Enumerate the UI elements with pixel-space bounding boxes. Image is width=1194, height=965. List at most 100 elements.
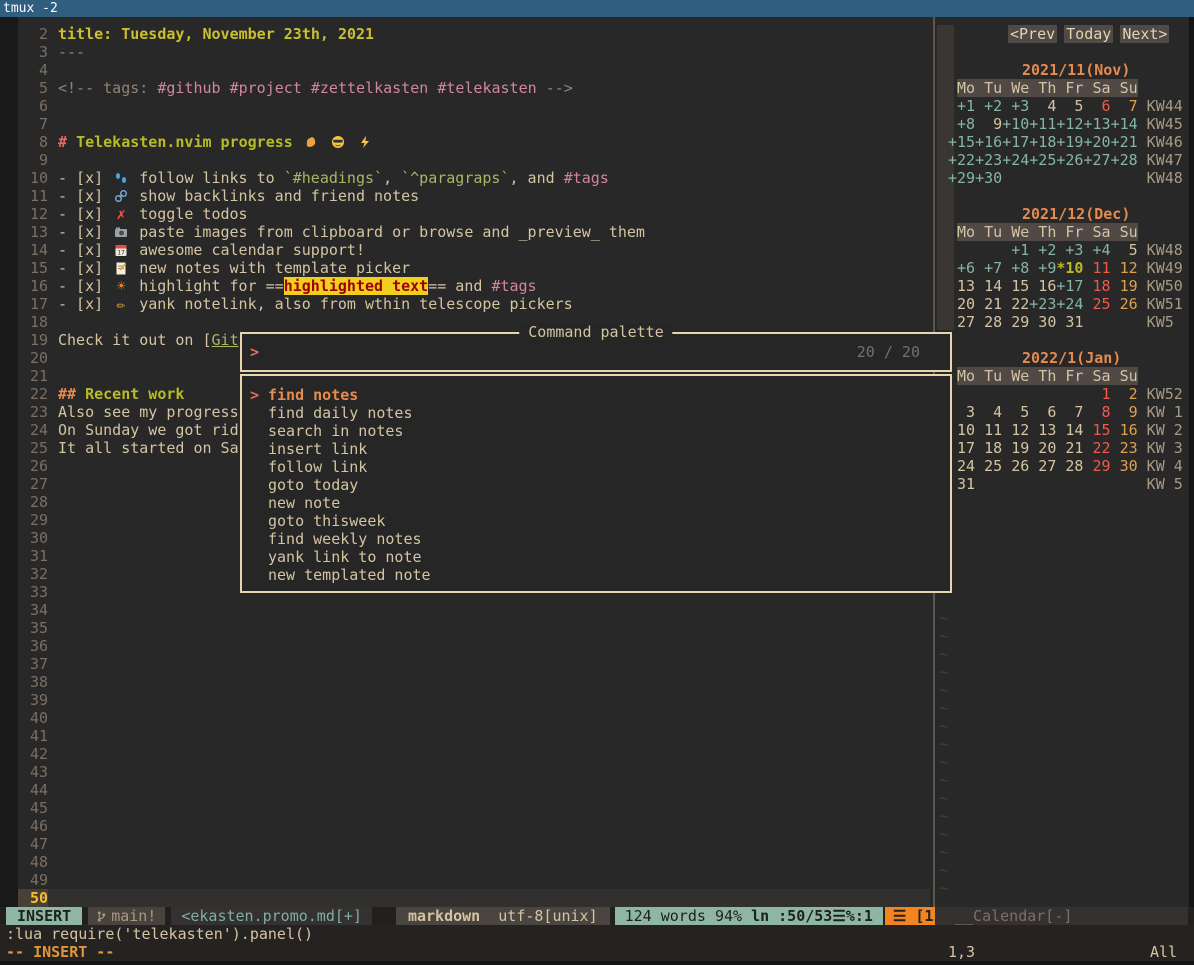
- editor-line[interactable]: 10- [x] follow links to `#headings`, `^p…: [18, 169, 930, 187]
- calendar-day[interactable]: +2: [975, 97, 1002, 115]
- calendar-day[interactable]: +19: [1056, 133, 1083, 151]
- calendar-day[interactable]: 13: [1029, 421, 1056, 439]
- editor-line[interactable]: 49: [18, 871, 930, 889]
- calendar-day[interactable]: 9: [1111, 403, 1138, 421]
- calendar-day[interactable]: 9: [975, 115, 1002, 133]
- calendar-day[interactable]: 2: [1111, 385, 1138, 403]
- editor-line[interactable]: 45: [18, 799, 930, 817]
- palette-item[interactable]: yank link to note: [250, 548, 950, 566]
- calendar-day[interactable]: 27: [948, 313, 975, 331]
- calendar-day[interactable]: 12: [1111, 259, 1138, 277]
- editor-line[interactable]: 39: [18, 691, 930, 709]
- calendar-day[interactable]: 10: [948, 421, 975, 439]
- editor-line[interactable]: 38: [18, 673, 930, 691]
- calendar-day[interactable]: +27: [1083, 151, 1110, 169]
- calendar-day[interactable]: +30: [975, 169, 1002, 187]
- calendar-day[interactable]: +16: [975, 133, 1002, 151]
- palette-item[interactable]: follow link: [250, 458, 950, 476]
- calendar-today-button[interactable]: Today: [1064, 25, 1113, 43]
- editor-line[interactable]: 11- [x] show backlinks and friend notes: [18, 187, 930, 205]
- editor-line[interactable]: 36: [18, 637, 930, 655]
- editor-line[interactable]: 16- [x] ☀ highlight for ==highlighted te…: [18, 277, 930, 295]
- calendar-day[interactable]: 18: [975, 439, 1002, 457]
- editor-line[interactable]: 3---: [18, 43, 930, 61]
- calendar-day[interactable]: +28: [1111, 151, 1138, 169]
- calendar-day[interactable]: 11: [1083, 259, 1110, 277]
- editor-line[interactable]: 4: [18, 61, 930, 79]
- calendar-day[interactable]: 4: [975, 403, 1002, 421]
- calendar-prev-button[interactable]: <Prev: [1008, 25, 1057, 43]
- calendar-day[interactable]: +3: [1002, 97, 1029, 115]
- calendar-day[interactable]: 4: [1029, 97, 1056, 115]
- calendar-day[interactable]: 16: [1029, 277, 1056, 295]
- editor-line[interactable]: 5<!-- tags: #github #project #zettelkast…: [18, 79, 930, 97]
- editor-line[interactable]: 15- [x] new notes with template picker: [18, 259, 930, 277]
- calendar-day[interactable]: 5: [1002, 403, 1029, 421]
- calendar-day[interactable]: 22: [1083, 439, 1110, 457]
- palette-item[interactable]: search in notes: [250, 422, 950, 440]
- calendar-day[interactable]: 23: [1111, 439, 1138, 457]
- calendar-day[interactable]: +12: [1056, 115, 1083, 133]
- editor-line[interactable]: 6: [18, 97, 930, 115]
- editor-line[interactable]: 7: [18, 115, 930, 133]
- calendar-day[interactable]: +21: [1111, 133, 1138, 151]
- calendar-day[interactable]: 20: [1029, 439, 1056, 457]
- calendar-day[interactable]: 31: [948, 475, 975, 493]
- calendar-day[interactable]: +17: [1002, 133, 1029, 151]
- calendar-day[interactable]: 29: [1002, 313, 1029, 331]
- calendar-day[interactable]: 1: [1083, 385, 1110, 403]
- editor-line[interactable]: 48: [18, 853, 930, 871]
- note-link[interactable]: Git: [212, 331, 239, 349]
- calendar-day[interactable]: 25: [975, 457, 1002, 475]
- calendar-day[interactable]: 31: [1056, 313, 1083, 331]
- palette-item[interactable]: find daily notes: [250, 404, 950, 422]
- calendar-day[interactable]: +26: [1056, 151, 1083, 169]
- calendar-day[interactable]: +20: [1083, 133, 1110, 151]
- editor-line[interactable]: 14- [x] 17 awesome calendar support!: [18, 241, 930, 259]
- calendar-day[interactable]: 15: [1083, 421, 1110, 439]
- editor-line[interactable]: 44: [18, 781, 930, 799]
- calendar-day[interactable]: 11: [975, 421, 1002, 439]
- calendar-day[interactable]: +13: [1083, 115, 1110, 133]
- calendar-day[interactable]: 14: [975, 277, 1002, 295]
- calendar-day[interactable]: 5: [1056, 97, 1083, 115]
- calendar-day[interactable]: 20: [948, 295, 975, 313]
- calendar-day[interactable]: 15: [1002, 277, 1029, 295]
- calendar-day[interactable]: 22: [1002, 295, 1029, 313]
- palette-item[interactable]: >find notes: [250, 386, 950, 404]
- calendar-day[interactable]: 6: [1029, 403, 1056, 421]
- calendar-day[interactable]: +29: [948, 169, 975, 187]
- calendar-day[interactable]: +4: [1083, 241, 1110, 259]
- editor-line[interactable]: 2title: Tuesday, November 23th, 2021: [18, 25, 930, 43]
- calendar-day[interactable]: 30: [1029, 313, 1056, 331]
- calendar-day[interactable]: +18: [1029, 133, 1056, 151]
- calendar-day[interactable]: 7: [1056, 403, 1083, 421]
- editor-line[interactable]: 47: [18, 835, 930, 853]
- calendar-day[interactable]: 19: [1111, 277, 1138, 295]
- calendar-day[interactable]: 21: [975, 295, 1002, 313]
- calendar-day[interactable]: +6: [948, 259, 975, 277]
- calendar-day[interactable]: 17: [948, 439, 975, 457]
- calendar-day[interactable]: 3: [948, 403, 975, 421]
- editor-line[interactable]: 8# Telekasten.nvim progress: [18, 133, 930, 151]
- calendar-day[interactable]: +7: [975, 259, 1002, 277]
- editor-line[interactable]: 40: [18, 709, 930, 727]
- editor-line[interactable]: 13- [x] paste images from clipboard or b…: [18, 223, 930, 241]
- editor-line[interactable]: 37: [18, 655, 930, 673]
- calendar-day[interactable]: +10: [1002, 115, 1029, 133]
- calendar-day[interactable]: +23: [975, 151, 1002, 169]
- calendar-day[interactable]: +15: [948, 133, 975, 151]
- editor-line[interactable]: 17- [x] ✏ yank notelink, also from wthin…: [18, 295, 930, 313]
- calendar-day[interactable]: +22: [948, 151, 975, 169]
- calendar-day[interactable]: 6: [1083, 97, 1110, 115]
- calendar-day[interactable]: 5: [1111, 241, 1138, 259]
- calendar-day[interactable]: 12: [1002, 421, 1029, 439]
- calendar-day[interactable]: 30: [1111, 457, 1138, 475]
- calendar-day[interactable]: +2: [1029, 241, 1056, 259]
- calendar-day[interactable]: 16: [1111, 421, 1138, 439]
- calendar-day[interactable]: 8: [1083, 403, 1110, 421]
- calendar-day[interactable]: 25: [1083, 295, 1110, 313]
- editor-line[interactable]: 18: [18, 313, 930, 331]
- calendar-day[interactable]: 24: [948, 457, 975, 475]
- calendar-day[interactable]: +25: [1029, 151, 1056, 169]
